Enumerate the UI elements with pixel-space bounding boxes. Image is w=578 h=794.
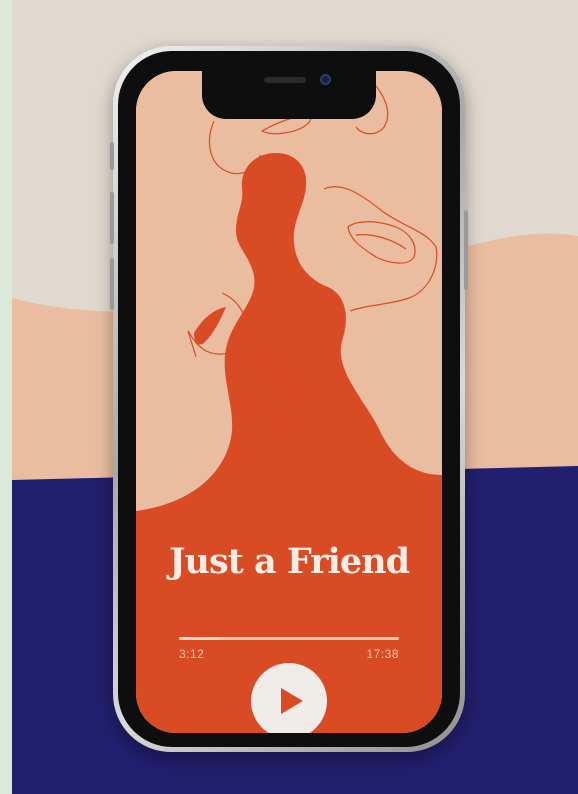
player-screen: Just a Friend 3:12 17:38 <box>136 71 442 733</box>
album-art-illustration <box>136 71 442 733</box>
song-title: Just a Friend <box>168 541 410 582</box>
elapsed-time: 3:12 <box>179 647 205 661</box>
volume-up-button <box>110 192 114 244</box>
progress-bar[interactable] <box>179 637 399 640</box>
play-icon <box>281 688 303 714</box>
phone-notch <box>202 71 376 119</box>
progress-bar-fill <box>179 637 219 640</box>
total-duration: 17:38 <box>366 647 399 661</box>
power-button <box>464 210 468 290</box>
volume-down-button <box>110 258 114 310</box>
phone-frame: Just a Friend 3:12 17:38 <box>110 46 468 752</box>
silent-switch <box>110 142 114 170</box>
earpiece-speaker <box>264 77 306 83</box>
play-button[interactable] <box>251 663 327 733</box>
front-camera <box>320 74 331 85</box>
